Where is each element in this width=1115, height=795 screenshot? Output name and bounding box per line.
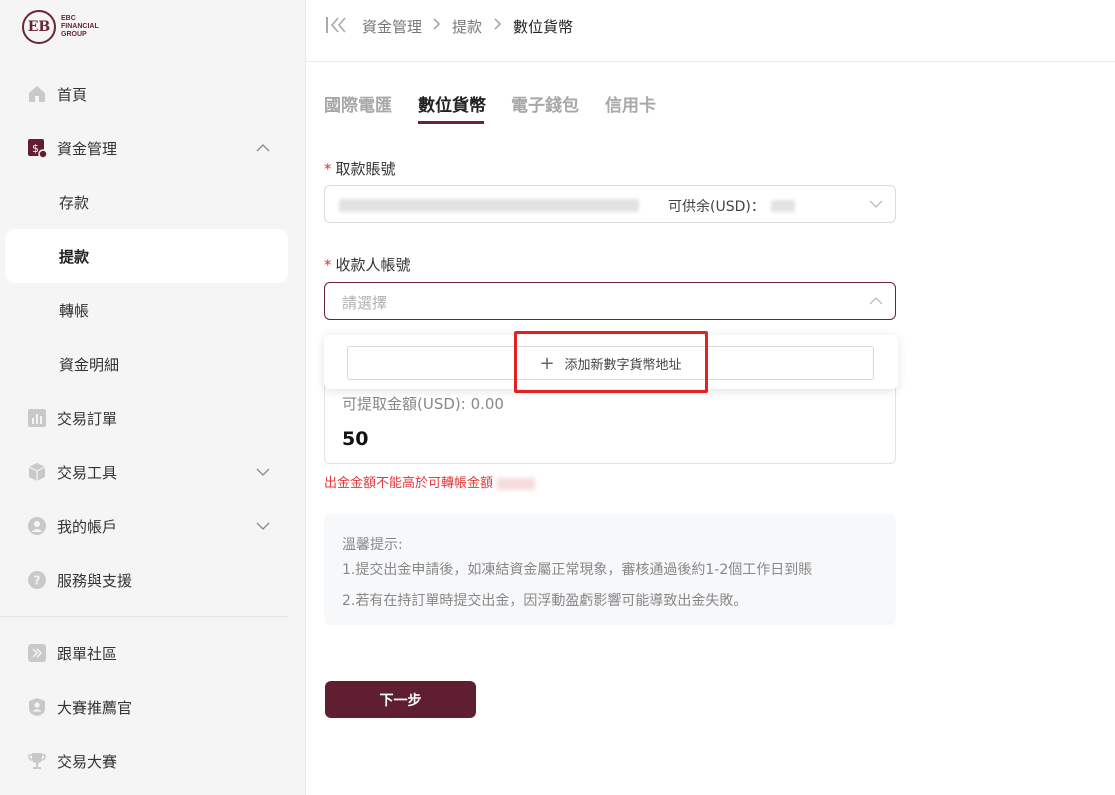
tips-panel: 溫馨提示: 1.提交出金申請後，如凍結資金屬正常現象，審核通過後約1-2個工作日…	[324, 514, 896, 625]
amount-error-message: 出金金額不能高於可轉帳金額	[324, 472, 536, 491]
top-bar: 資金管理 提款 數位貨幣	[306, 0, 1115, 62]
sidebar-divider	[0, 616, 288, 617]
tab-credit-card[interactable]: 信用卡	[605, 91, 656, 116]
bar-chart-icon	[28, 409, 46, 427]
add-crypto-address-button[interactable]: + 添加新數字貨幣地址	[347, 346, 874, 380]
chevron-up-icon	[869, 297, 883, 305]
chevron-up-icon[interactable]	[256, 141, 270, 155]
balance-label: 可供余(USD)：	[668, 199, 765, 215]
sidebar-item-label: 交易大賽	[57, 752, 118, 771]
sidebar-item-label: 我的帳戶	[57, 517, 118, 536]
svg-text:?: ?	[34, 574, 41, 588]
account-select[interactable]: 可供余(USD)：	[324, 185, 896, 223]
sidebar-item-label: 跟單社區	[57, 644, 118, 663]
redacted-balance	[771, 200, 795, 212]
available-amount: 可提取金額(USD): 0.00	[342, 395, 504, 413]
help-icon: ?	[28, 571, 46, 589]
chevron-down-icon	[869, 200, 883, 208]
chevron-down-icon[interactable]	[256, 465, 270, 479]
cube-icon	[28, 463, 46, 481]
funds-icon: $	[28, 139, 47, 158]
copy-trade-icon	[28, 644, 46, 662]
next-step-button[interactable]: 下一步	[325, 681, 476, 718]
referral-icon	[29, 698, 45, 716]
payee-dropdown: + 添加新數字貨幣地址	[324, 335, 898, 389]
breadcrumb-funds[interactable]: 資金管理	[362, 16, 422, 37]
amount-input[interactable]: 50	[342, 428, 368, 450]
sidebar-item-label: 轉帳	[59, 301, 90, 320]
payee-placeholder: 請選擇	[342, 294, 388, 312]
sidebar-item-account[interactable]: 我的帳戶	[0, 499, 305, 553]
tips-line-1: 1.提交出金申請後，如凍結資金屬正常現象，審核通過後約1-2個工作日到賬	[342, 562, 813, 578]
sidebar-item-label: 提款	[59, 247, 90, 266]
sidebar-item-tools[interactable]: 交易工具	[0, 445, 305, 499]
sidebar-item-label: 交易訂單	[57, 409, 118, 428]
tab-digital-currency[interactable]: 數位貨幣	[418, 91, 486, 116]
redacted-account-info	[339, 199, 639, 212]
sidebar-item-copy-trading[interactable]: 跟單社區	[0, 626, 305, 680]
breadcrumb-withdraw[interactable]: 提款	[452, 16, 482, 37]
tab-wire-transfer[interactable]: 國際電匯	[324, 91, 392, 116]
tips-title: 溫馨提示:	[342, 537, 403, 553]
home-icon	[29, 86, 45, 102]
breadcrumb-separator-icon	[494, 18, 501, 30]
payee-select[interactable]: 請選擇	[324, 282, 896, 320]
sidebar-item-referral[interactable]: 大賽推薦官	[0, 680, 305, 734]
collapse-sidebar-icon[interactable]	[325, 16, 347, 34]
sidebar-subitem-funds-detail[interactable]: 資金明細	[5, 337, 288, 391]
sidebar-subitem-transfer[interactable]: 轉帳	[5, 283, 288, 337]
tab-e-wallet[interactable]: 電子錢包	[511, 91, 579, 116]
logo-mark-icon: EB	[22, 10, 56, 44]
logo-text: EBC FINANCIAL GROUP	[61, 15, 99, 38]
plus-icon: +	[539, 352, 555, 374]
account-field-label: * 取款賬號	[324, 160, 396, 178]
add-address-label: 添加新數字貨幣地址	[564, 357, 682, 373]
tips-line-2: 2.若有在持訂單時提交出金，因浮動盈虧影響可能導致出金失敗。	[342, 593, 748, 609]
redacted-amount	[497, 477, 536, 490]
sidebar-item-orders[interactable]: 交易訂單	[0, 391, 305, 445]
payee-field-label: * 收款人帳號	[324, 256, 411, 274]
sidebar-item-label: 首頁	[57, 85, 88, 104]
svg-text:$: $	[32, 142, 39, 155]
sidebar-item-funds[interactable]: $ 資金管理	[0, 121, 305, 175]
sidebar-item-contest[interactable]: 交易大賽	[0, 734, 305, 788]
sidebar-item-label: 服務與支援	[57, 571, 133, 590]
sidebar-item-home[interactable]: 首頁	[0, 67, 305, 121]
sidebar-item-label: 存款	[59, 193, 90, 212]
trophy-icon	[28, 753, 46, 769]
sidebar-subitem-deposit[interactable]: 存款	[5, 175, 288, 229]
chevron-down-icon[interactable]	[256, 519, 270, 533]
sidebar-item-label: 交易工具	[57, 463, 118, 482]
sidebar-subitem-withdraw[interactable]: 提款	[5, 229, 288, 283]
active-tab-indicator	[418, 121, 484, 124]
sidebar-item-support[interactable]: ? 服務與支援	[0, 553, 305, 607]
sidebar-item-label: 大賽推薦官	[57, 698, 133, 717]
sidebar: EB EBC FINANCIAL GROUP 首頁 $ 資金管理 存款 提款 轉帳 …	[0, 0, 306, 795]
brand-logo[interactable]: EB EBC FINANCIAL GROUP	[22, 10, 99, 44]
breadcrumb-current: 數位貨幣	[513, 18, 574, 36]
sidebar-item-label: 資金明細	[59, 355, 120, 374]
required-mark: *	[324, 160, 332, 178]
required-mark: *	[324, 256, 332, 274]
breadcrumb-separator-icon	[433, 18, 440, 30]
sidebar-item-label: 資金管理	[57, 139, 118, 158]
user-icon	[28, 517, 46, 535]
